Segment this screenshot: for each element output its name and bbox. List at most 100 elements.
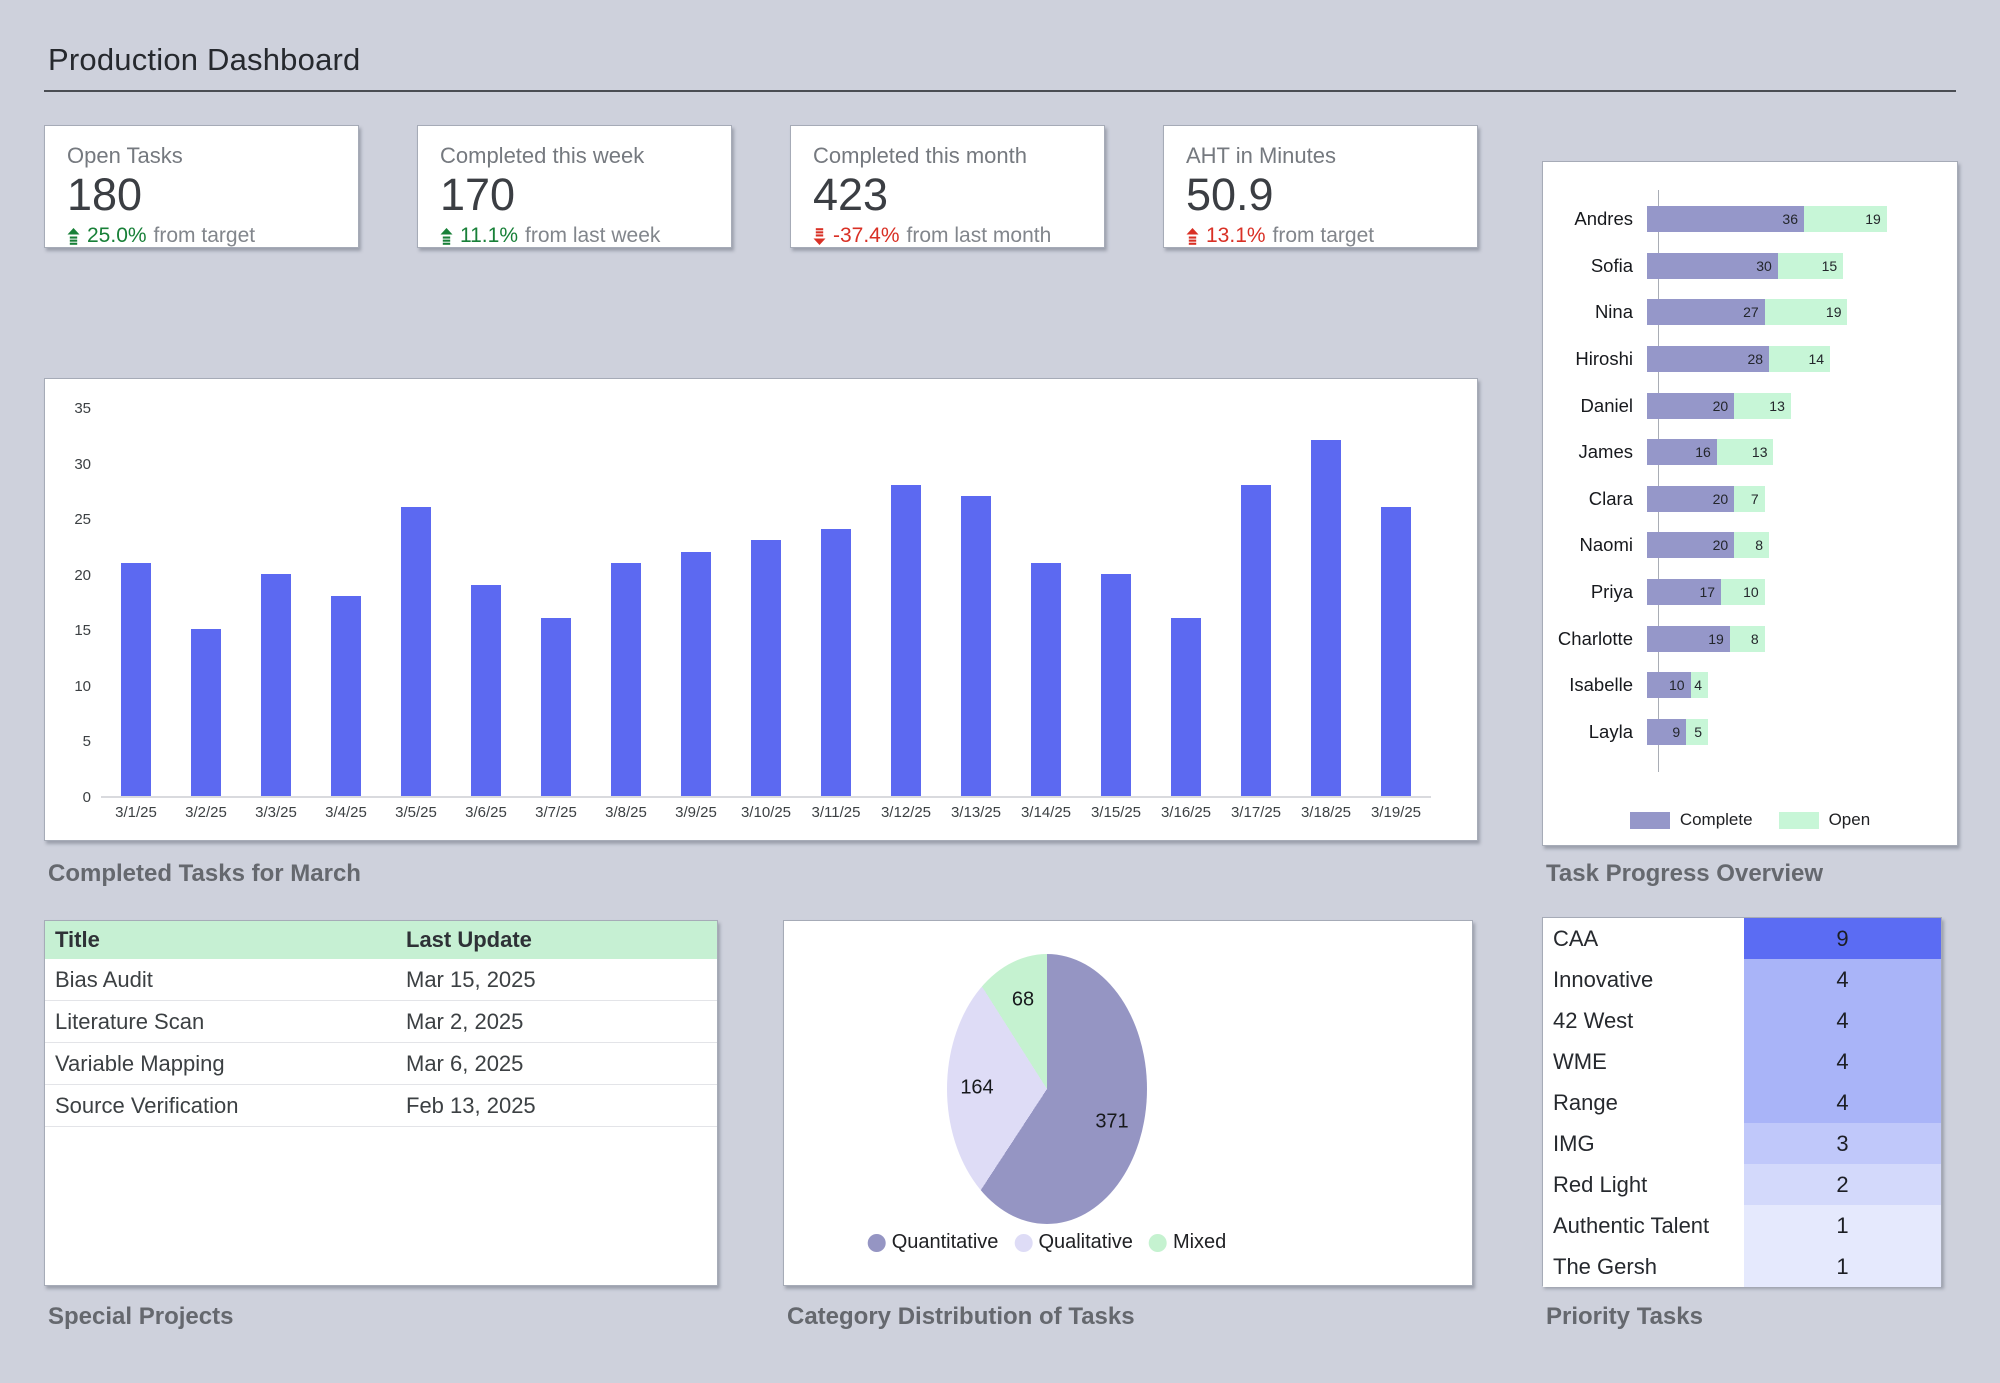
y-tick-label: 20 — [47, 567, 91, 584]
bar-3/17/25[interactable] — [1241, 485, 1271, 796]
kpi-delta-suffix: from last month — [907, 224, 1052, 248]
bar-3/19/25[interactable] — [1381, 507, 1411, 796]
bar-3/4/25[interactable] — [331, 596, 361, 796]
segment-open[interactable]: 14 — [1769, 346, 1830, 372]
segment-open[interactable]: 4 — [1691, 672, 1708, 698]
bar-slot — [171, 409, 241, 796]
segment-open[interactable]: 8 — [1730, 626, 1765, 652]
table-row[interactable]: Variable MappingMar 6, 2025 — [45, 1043, 717, 1085]
segment-complete[interactable]: 28 — [1647, 346, 1769, 372]
segment-open[interactable]: 13 — [1717, 439, 1774, 465]
assignee-name: Sofia — [1543, 255, 1646, 277]
segment-open[interactable]: 15 — [1778, 253, 1843, 279]
priority-row-CAA[interactable]: CAA9 — [1543, 918, 1941, 959]
segment-complete[interactable]: 9 — [1647, 719, 1686, 745]
segment-complete[interactable]: 17 — [1647, 579, 1721, 605]
bar-3/5/25[interactable] — [401, 507, 431, 796]
bar-3/10/25[interactable] — [751, 540, 781, 796]
pie-legend-item-qualitative[interactable]: Qualitative — [1014, 1231, 1133, 1254]
bar-3/2/25[interactable] — [191, 629, 221, 796]
segment-complete[interactable]: 20 — [1647, 393, 1734, 419]
segment-complete[interactable]: 16 — [1647, 439, 1717, 465]
bar-3/8/25[interactable] — [611, 563, 641, 796]
segment-open[interactable]: 5 — [1686, 719, 1708, 745]
table-row[interactable]: Source VerificationFeb 13, 2025 — [45, 1085, 717, 1127]
priority-name: CAA — [1543, 918, 1744, 959]
trend-up-icon — [67, 228, 80, 245]
complete-swatch — [1630, 812, 1670, 829]
kpi-delta-value: 11.1% — [460, 224, 518, 248]
stacked-bar[interactable]: 3619 — [1647, 206, 1887, 232]
priority-row-WME[interactable]: WME4 — [1543, 1041, 1941, 1082]
stacked-bar[interactable]: 1613 — [1647, 439, 1773, 465]
bar-3/15/25[interactable] — [1101, 574, 1131, 796]
bar-slot — [1081, 409, 1151, 796]
bar-3/12/25[interactable] — [891, 485, 921, 796]
segment-open[interactable]: 13 — [1734, 393, 1791, 419]
stacked-bar[interactable]: 2814 — [1647, 346, 1830, 372]
priority-row-Authentic Talent[interactable]: Authentic Talent1 — [1543, 1205, 1941, 1246]
segment-complete[interactable]: 19 — [1647, 626, 1730, 652]
priority-value: 1 — [1744, 1205, 1941, 1246]
pie-value-label: 68 — [1012, 989, 1034, 1012]
x-tick-label: 3/17/25 — [1221, 804, 1291, 821]
assignee-name: Clara — [1543, 488, 1646, 510]
priority-row-The Gersh[interactable]: The Gersh1 — [1543, 1246, 1941, 1287]
table-row[interactable]: Bias AuditMar 15, 2025 — [45, 959, 717, 1001]
production-dashboard: Production Dashboard Open Tasks18025.0% … — [0, 0, 2000, 1383]
stacked-bar[interactable]: 3015 — [1647, 253, 1843, 279]
priority-row-IMG[interactable]: IMG3 — [1543, 1123, 1941, 1164]
stacked-bar[interactable]: 198 — [1647, 626, 1765, 652]
priority-row-Red Light[interactable]: Red Light2 — [1543, 1164, 1941, 1205]
bar-3/9/25[interactable] — [681, 552, 711, 797]
bar-slot — [451, 409, 521, 796]
legend-item-complete[interactable]: Complete — [1630, 810, 1753, 830]
bar-3/7/25[interactable] — [541, 618, 571, 796]
special-projects-caption: Special Projects — [48, 1303, 233, 1331]
priority-row-42 West[interactable]: 42 West4 — [1543, 1000, 1941, 1041]
legend-item-open[interactable]: Open — [1779, 810, 1871, 830]
segment-complete[interactable]: 20 — [1647, 486, 1734, 512]
stacked-bar[interactable]: 1710 — [1647, 579, 1765, 605]
stacked-bar[interactable]: 104 — [1647, 672, 1708, 698]
bar-3/14/25[interactable] — [1031, 563, 1061, 796]
segment-complete[interactable]: 20 — [1647, 532, 1734, 558]
bar-3/13/25[interactable] — [961, 496, 991, 796]
task-progress-row-Sofia: Sofia3015 — [1543, 243, 1957, 290]
segment-open[interactable]: 7 — [1734, 486, 1765, 512]
segment-open[interactable]: 19 — [1765, 299, 1848, 325]
stacked-bar[interactable]: 207 — [1647, 486, 1765, 512]
stacked-bar[interactable]: 2013 — [1647, 393, 1791, 419]
task-progress-row-Layla: Layla95 — [1543, 709, 1957, 756]
assignee-name: James — [1543, 441, 1646, 463]
priority-row-Range[interactable]: Range4 — [1543, 1082, 1941, 1123]
bar-3/1/25[interactable] — [121, 563, 151, 796]
table-row[interactable]: Literature ScanMar 2, 2025 — [45, 1001, 717, 1043]
segment-complete[interactable]: 10 — [1647, 672, 1691, 698]
priority-tasks-table: CAA9Innovative442 West4WME4Range4IMG3Red… — [1542, 917, 1942, 1286]
segment-complete[interactable]: 30 — [1647, 253, 1778, 279]
pie-legend-item-mixed[interactable]: Mixed — [1149, 1231, 1226, 1254]
segment-open[interactable]: 8 — [1734, 532, 1769, 558]
bar-3/16/25[interactable] — [1171, 618, 1201, 796]
bar-3/3/25[interactable] — [261, 574, 291, 796]
segment-open[interactable]: 10 — [1721, 579, 1765, 605]
bar-slot — [941, 409, 1011, 796]
priority-row-Innovative[interactable]: Innovative4 — [1543, 959, 1941, 1000]
segment-complete[interactable]: 27 — [1647, 299, 1765, 325]
bar-3/18/25[interactable] — [1311, 440, 1341, 796]
kpi-delta-suffix: from target — [1273, 224, 1375, 248]
stacked-bar[interactable]: 208 — [1647, 532, 1769, 558]
stacked-bar[interactable]: 2719 — [1647, 299, 1847, 325]
segment-complete[interactable]: 36 — [1647, 206, 1804, 232]
bar-slot — [311, 409, 381, 796]
legend-label: Open — [1829, 810, 1871, 830]
stacked-bar[interactable]: 95 — [1647, 719, 1708, 745]
segment-open[interactable]: 19 — [1804, 206, 1887, 232]
task-progress-row-James: James1613 — [1543, 429, 1957, 476]
task-progress-rows: Andres3619Sofia3015Nina2719Hiroshi2814Da… — [1543, 196, 1957, 755]
pie-legend-item-quantitative[interactable]: Quantitative — [868, 1231, 999, 1254]
kpi-delta: 13.1% from target — [1186, 224, 1455, 248]
bar-3/6/25[interactable] — [471, 585, 501, 796]
bar-3/11/25[interactable] — [821, 529, 851, 796]
